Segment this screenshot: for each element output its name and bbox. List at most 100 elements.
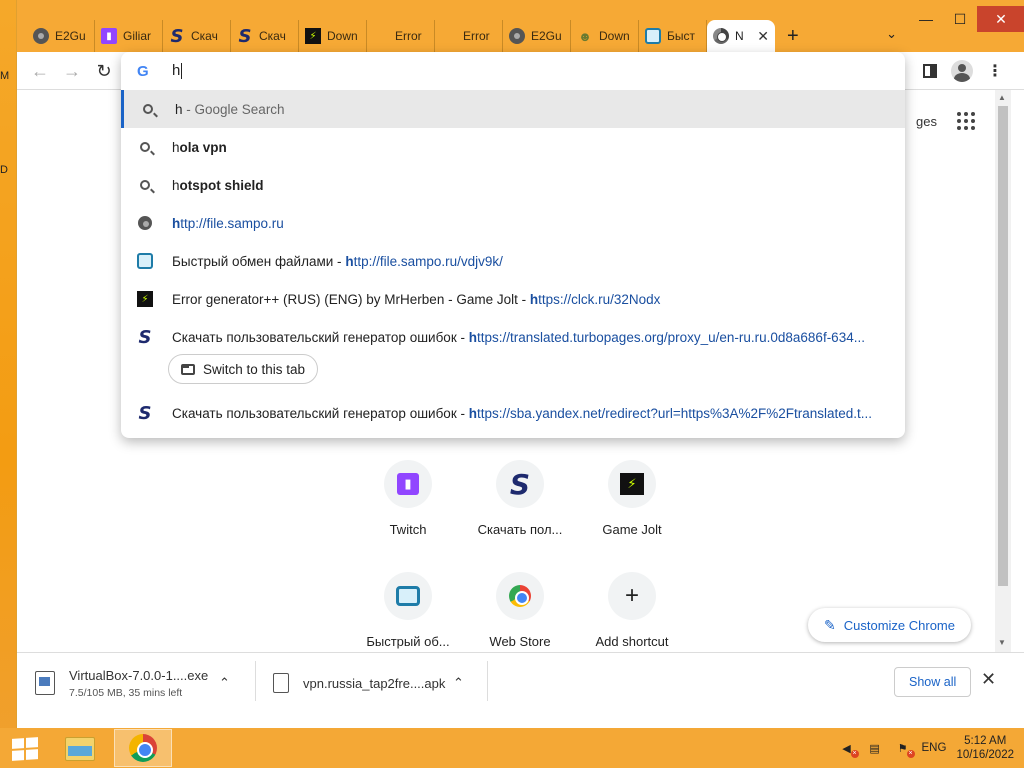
gamejolt-icon: ⚡: [305, 28, 321, 44]
tab[interactable]: S Скач: [231, 20, 299, 52]
customize-label: Customize Chrome: [843, 617, 955, 633]
tab-search-button[interactable]: ⌄: [886, 26, 897, 42]
taskbar: ◀ × ▤ ⚑ × ENG 5:12 AM 10/16/2022: [0, 728, 1024, 768]
tab-title: N: [735, 29, 744, 43]
suggestion-url: ttps://clck.ru/32Nodx: [538, 291, 661, 307]
address-input[interactable]: h: [172, 62, 183, 80]
shortcut-label: Быстрый об...: [366, 634, 450, 649]
suggestion-item[interactable]: hotspot shield: [121, 166, 905, 204]
minimize-button[interactable]: —: [909, 6, 943, 32]
tab-title: Скач: [259, 29, 286, 43]
tab-title: Error: [395, 29, 422, 43]
shortcut-tile[interactable]: S Скачать пол...: [464, 460, 576, 537]
switch-to-tab-button[interactable]: Switch to this tab: [168, 354, 319, 384]
toolbar-actions: ⋮: [923, 60, 1003, 82]
chrome-menu-button[interactable]: ⋮: [987, 61, 1003, 81]
chrome-icon: [713, 28, 729, 44]
shortcut-tile[interactable]: Быстрый об...: [352, 572, 464, 649]
back-button[interactable]: ←: [29, 60, 51, 82]
scroll-up-arrow-icon[interactable]: ▲: [998, 93, 1006, 102]
twitch-icon: ▮: [397, 473, 419, 495]
download-filename: VirtualBox-7.0.0-1....exe: [69, 667, 209, 683]
tab[interactable]: ⚡ Down: [299, 20, 367, 52]
suggestion-prefix: h: [468, 405, 477, 421]
side-panel-icon[interactable]: [923, 64, 937, 78]
network-icon[interactable]: ▤: [866, 741, 884, 755]
globe-icon: [509, 28, 525, 44]
desktop-edge-label: M: [0, 70, 10, 82]
shortcut-tile[interactable]: Web Store: [464, 572, 576, 649]
shortcut-label: Web Store: [489, 634, 551, 649]
tab[interactable]: Error: [435, 20, 503, 52]
new-tab-button[interactable]: +: [787, 25, 799, 48]
chrome-taskbar-button[interactable]: [114, 729, 172, 767]
close-tab-icon[interactable]: ✕: [757, 28, 769, 45]
scroll-down-arrow-icon[interactable]: ▼: [998, 638, 1006, 647]
tab-title: Down: [599, 29, 630, 43]
gamejolt-icon: ⚡: [620, 473, 644, 495]
file-explorer-button[interactable]: [62, 732, 98, 766]
forward-button[interactable]: →: [61, 60, 83, 82]
tab[interactable]: Быст: [639, 20, 707, 52]
address-input-text: h: [172, 62, 181, 79]
add-shortcut-tile[interactable]: + Add shortcut: [576, 572, 688, 649]
s-logo-icon: S: [509, 467, 531, 501]
google-apps-icon[interactable]: [957, 112, 975, 130]
chevron-up-icon[interactable]: ⌃: [453, 675, 464, 691]
suggestion-text: - Google Search: [182, 101, 285, 117]
suggestion-item[interactable]: Быстрый обмен файлами - http://file.samp…: [121, 242, 905, 280]
tab[interactable]: E2Gu: [27, 20, 95, 52]
google-g-icon: G: [137, 63, 149, 80]
images-link-fragment[interactable]: ges: [916, 114, 937, 129]
suggestion-item[interactable]: S Скачать пользовательский генератор оши…: [121, 318, 905, 356]
page-scrollbar[interactable]: ▲ ▼: [995, 90, 1011, 652]
gamejolt-icon: ⚡: [137, 291, 153, 307]
show-all-button[interactable]: Show all: [894, 667, 972, 697]
volume-muted-icon[interactable]: ◀ ×: [838, 741, 859, 758]
language-indicator[interactable]: ENG: [922, 742, 947, 754]
windows-start-button[interactable]: [12, 737, 38, 761]
customize-chrome-button[interactable]: ✎ Customize Chrome: [808, 608, 971, 642]
reload-button[interactable]: ↻: [93, 60, 115, 82]
tab[interactable]: E2Gu: [503, 20, 571, 52]
close-download-shelf-icon[interactable]: ✕: [981, 669, 996, 690]
suggestion-prefix: h: [172, 139, 180, 155]
suggestion-title: Error generator++ (RUS) (ENG) by MrHerbe…: [172, 291, 530, 307]
folder-icon: [65, 737, 95, 761]
suggestion-item[interactable]: ⚡ Error generator++ (RUS) (ENG) by MrHer…: [121, 280, 905, 318]
suggestion-item[interactable]: http://file.sampo.ru: [121, 204, 905, 242]
maximize-button[interactable]: ☐: [943, 6, 977, 32]
tab[interactable]: ▮ Giliar: [95, 20, 163, 52]
search-icon: [137, 177, 153, 193]
download-item[interactable]: VirtualBox-7.0.0-1....exe 7.5/105 MB, 35…: [35, 661, 245, 705]
tab-icon: [181, 363, 195, 375]
clock-time: 5:12 AM: [964, 735, 1007, 747]
suggestion-item[interactable]: h - Google Search: [121, 90, 905, 128]
chrome-icon: [129, 734, 157, 762]
tab[interactable]: Error: [367, 20, 435, 52]
suggestion-prefix: h: [345, 253, 354, 269]
chevron-up-icon[interactable]: ⌃: [219, 675, 230, 691]
exe-file-icon: [35, 671, 55, 695]
clock[interactable]: 5:12 AM 10/16/2022: [956, 734, 1014, 762]
suggestion-item[interactable]: hola vpn: [121, 128, 905, 166]
tab-title: Error: [463, 29, 490, 43]
tab-active[interactable]: N ✕: [707, 20, 775, 52]
scroll-thumb[interactable]: [998, 106, 1008, 586]
download-item[interactable]: vpn.russia_tap2fre....apk ⌃: [273, 661, 473, 705]
clock-date: 10/16/2022: [956, 749, 1014, 761]
globe-icon: [33, 28, 49, 44]
shortcut-tile[interactable]: ▮ Twitch: [352, 460, 464, 537]
tab-title: Down: [327, 29, 358, 43]
suggestion-title: Скачать пользовательский генератор ошибо…: [172, 329, 469, 345]
tab[interactable]: S Скач: [163, 20, 231, 52]
action-center-icon[interactable]: ⚑ ×: [894, 741, 915, 758]
tab[interactable]: ☻ Down: [571, 20, 639, 52]
profile-avatar-icon[interactable]: [951, 60, 973, 82]
download-site-icon: ☻: [578, 28, 592, 44]
address-bar[interactable]: G h: [121, 52, 905, 90]
close-window-button[interactable]: ✕: [977, 6, 1024, 32]
suggestion-item[interactable]: S Скачать пользовательский генератор оши…: [121, 394, 905, 432]
suggestion-prefix: h: [529, 291, 539, 307]
shortcut-tile[interactable]: ⚡ Game Jolt: [576, 460, 688, 537]
